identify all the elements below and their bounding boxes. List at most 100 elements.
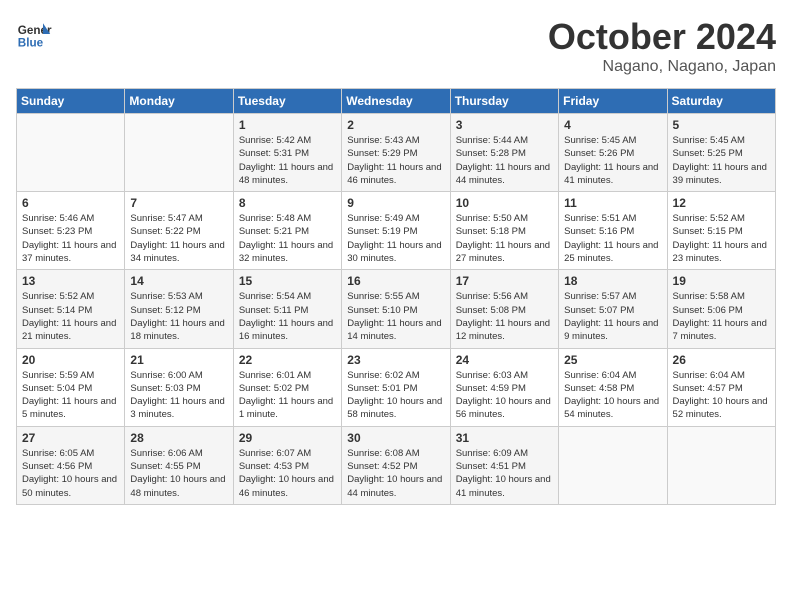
calendar-day-cell: 13 Sunrise: 5:52 AM Sunset: 5:14 PM Dayli…: [17, 270, 125, 348]
day-number: 8: [239, 196, 336, 210]
day-detail: Sunrise: 5:43 AM Sunset: 5:29 PM Dayligh…: [347, 134, 444, 187]
calendar-week-row: 27 Sunrise: 6:05 AM Sunset: 4:56 PM Dayli…: [17, 426, 776, 504]
title-block: October 2024 Nagano, Nagano, Japan: [548, 16, 776, 76]
calendar-day-cell: 1 Sunrise: 5:42 AM Sunset: 5:31 PM Daylig…: [233, 114, 341, 192]
day-number: 19: [673, 274, 770, 288]
calendar-day-cell: 19Sunrise: 5:58 AM Sunset: 5:06 PM Dayli…: [667, 270, 775, 348]
day-number: 23: [347, 353, 444, 367]
calendar-week-row: 6Sunrise: 5:46 AM Sunset: 5:23 PM Daylig…: [17, 192, 776, 270]
calendar-day-cell: 3 Sunrise: 5:44 AM Sunset: 5:28 PM Daylig…: [450, 114, 558, 192]
weekday-header: Thursday: [450, 89, 558, 114]
calendar-day-cell: 28 Sunrise: 6:06 AM Sunset: 4:55 PM Dayli…: [125, 426, 233, 504]
calendar-day-cell: [667, 426, 775, 504]
logo-icon: General Blue: [16, 16, 52, 52]
day-number: 7: [130, 196, 227, 210]
weekday-header: Friday: [559, 89, 667, 114]
day-detail: Sunrise: 5:59 AM Sunset: 5:04 PM Dayligh…: [22, 369, 119, 422]
calendar-day-cell: [559, 426, 667, 504]
day-number: 22: [239, 353, 336, 367]
calendar-week-row: 20 Sunrise: 5:59 AM Sunset: 5:04 PM Dayli…: [17, 348, 776, 426]
calendar-day-cell: 21Sunrise: 6:00 AM Sunset: 5:03 PM Dayli…: [125, 348, 233, 426]
calendar-table: SundayMondayTuesdayWednesdayThursdayFrid…: [16, 88, 776, 505]
day-detail: Sunrise: 6:06 AM Sunset: 4:55 PM Dayligh…: [130, 447, 227, 500]
day-number: 24: [456, 353, 553, 367]
calendar-day-cell: 12 Sunrise: 5:52 AM Sunset: 5:15 PM Dayli…: [667, 192, 775, 270]
calendar-week-row: 1 Sunrise: 5:42 AM Sunset: 5:31 PM Daylig…: [17, 114, 776, 192]
calendar-day-cell: 18 Sunrise: 5:57 AM Sunset: 5:07 PM Dayli…: [559, 270, 667, 348]
calendar-day-cell: 23 Sunrise: 6:02 AM Sunset: 5:01 PM Dayli…: [342, 348, 450, 426]
calendar-day-cell: 15 Sunrise: 5:54 AM Sunset: 5:11 PM Dayli…: [233, 270, 341, 348]
day-detail: Sunrise: 6:04 AM Sunset: 4:57 PM Dayligh…: [673, 369, 770, 422]
day-number: 29: [239, 431, 336, 445]
day-detail: Sunrise: 6:05 AM Sunset: 4:56 PM Dayligh…: [22, 447, 119, 500]
day-number: 26: [673, 353, 770, 367]
day-number: 28: [130, 431, 227, 445]
day-number: 4: [564, 118, 661, 132]
weekday-header: Saturday: [667, 89, 775, 114]
day-detail: Sunrise: 5:44 AM Sunset: 5:28 PM Dayligh…: [456, 134, 553, 187]
month-title: October 2024: [548, 16, 776, 58]
day-number: 2: [347, 118, 444, 132]
day-detail: Sunrise: 6:00 AM Sunset: 5:03 PM Dayligh…: [130, 369, 227, 422]
day-detail: Sunrise: 5:45 AM Sunset: 5:25 PM Dayligh…: [673, 134, 770, 187]
day-detail: Sunrise: 5:54 AM Sunset: 5:11 PM Dayligh…: [239, 290, 336, 343]
weekday-header: Monday: [125, 89, 233, 114]
calendar-day-cell: 22 Sunrise: 6:01 AM Sunset: 5:02 PM Dayli…: [233, 348, 341, 426]
day-detail: Sunrise: 5:53 AM Sunset: 5:12 PM Dayligh…: [130, 290, 227, 343]
day-detail: Sunrise: 5:49 AM Sunset: 5:19 PM Dayligh…: [347, 212, 444, 265]
calendar-day-cell: 10Sunrise: 5:50 AM Sunset: 5:18 PM Dayli…: [450, 192, 558, 270]
day-number: 11: [564, 196, 661, 210]
calendar-day-cell: 4 Sunrise: 5:45 AM Sunset: 5:26 PM Daylig…: [559, 114, 667, 192]
weekday-header: Sunday: [17, 89, 125, 114]
calendar-week-row: 13 Sunrise: 5:52 AM Sunset: 5:14 PM Dayli…: [17, 270, 776, 348]
day-detail: Sunrise: 5:57 AM Sunset: 5:07 PM Dayligh…: [564, 290, 661, 343]
day-detail: Sunrise: 6:01 AM Sunset: 5:02 PM Dayligh…: [239, 369, 336, 422]
calendar-day-cell: 30 Sunrise: 6:08 AM Sunset: 4:52 PM Dayli…: [342, 426, 450, 504]
day-number: 3: [456, 118, 553, 132]
calendar-day-cell: [125, 114, 233, 192]
calendar-day-cell: 27 Sunrise: 6:05 AM Sunset: 4:56 PM Dayli…: [17, 426, 125, 504]
day-detail: Sunrise: 6:08 AM Sunset: 4:52 PM Dayligh…: [347, 447, 444, 500]
day-number: 31: [456, 431, 553, 445]
day-detail: Sunrise: 5:55 AM Sunset: 5:10 PM Dayligh…: [347, 290, 444, 343]
weekday-header: Tuesday: [233, 89, 341, 114]
day-detail: Sunrise: 5:51 AM Sunset: 5:16 PM Dayligh…: [564, 212, 661, 265]
day-number: 16: [347, 274, 444, 288]
day-number: 13: [22, 274, 119, 288]
calendar-day-cell: 17Sunrise: 5:56 AM Sunset: 5:08 PM Dayli…: [450, 270, 558, 348]
day-number: 1: [239, 118, 336, 132]
calendar-day-cell: 20 Sunrise: 5:59 AM Sunset: 5:04 PM Dayli…: [17, 348, 125, 426]
day-detail: Sunrise: 5:45 AM Sunset: 5:26 PM Dayligh…: [564, 134, 661, 187]
calendar-day-cell: 14 Sunrise: 5:53 AM Sunset: 5:12 PM Dayli…: [125, 270, 233, 348]
day-detail: Sunrise: 6:07 AM Sunset: 4:53 PM Dayligh…: [239, 447, 336, 500]
day-number: 12: [673, 196, 770, 210]
day-detail: Sunrise: 5:48 AM Sunset: 5:21 PM Dayligh…: [239, 212, 336, 265]
day-detail: Sunrise: 5:47 AM Sunset: 5:22 PM Dayligh…: [130, 212, 227, 265]
day-detail: Sunrise: 5:42 AM Sunset: 5:31 PM Dayligh…: [239, 134, 336, 187]
day-detail: Sunrise: 6:09 AM Sunset: 4:51 PM Dayligh…: [456, 447, 553, 500]
calendar-day-cell: 6Sunrise: 5:46 AM Sunset: 5:23 PM Daylig…: [17, 192, 125, 270]
day-number: 30: [347, 431, 444, 445]
day-number: 14: [130, 274, 227, 288]
svg-text:Blue: Blue: [18, 37, 44, 50]
day-number: 25: [564, 353, 661, 367]
day-number: 18: [564, 274, 661, 288]
calendar-day-cell: 9Sunrise: 5:49 AM Sunset: 5:19 PM Daylig…: [342, 192, 450, 270]
logo: General Blue: [16, 16, 52, 52]
calendar-day-cell: 25Sunrise: 6:04 AM Sunset: 4:58 PM Dayli…: [559, 348, 667, 426]
day-number: 15: [239, 274, 336, 288]
calendar-day-cell: 8 Sunrise: 5:48 AM Sunset: 5:21 PM Daylig…: [233, 192, 341, 270]
calendar-day-cell: 29 Sunrise: 6:07 AM Sunset: 4:53 PM Dayli…: [233, 426, 341, 504]
day-number: 17: [456, 274, 553, 288]
day-number: 6: [22, 196, 119, 210]
location-title: Nagano, Nagano, Japan: [548, 58, 776, 76]
calendar-day-cell: 16 Sunrise: 5:55 AM Sunset: 5:10 PM Dayli…: [342, 270, 450, 348]
day-number: 27: [22, 431, 119, 445]
day-detail: Sunrise: 5:52 AM Sunset: 5:15 PM Dayligh…: [673, 212, 770, 265]
day-number: 20: [22, 353, 119, 367]
day-detail: Sunrise: 5:52 AM Sunset: 5:14 PM Dayligh…: [22, 290, 119, 343]
day-detail: Sunrise: 6:02 AM Sunset: 5:01 PM Dayligh…: [347, 369, 444, 422]
day-number: 5: [673, 118, 770, 132]
page-header: General Blue October 2024 Nagano, Nagano…: [16, 16, 776, 76]
weekday-header: Wednesday: [342, 89, 450, 114]
